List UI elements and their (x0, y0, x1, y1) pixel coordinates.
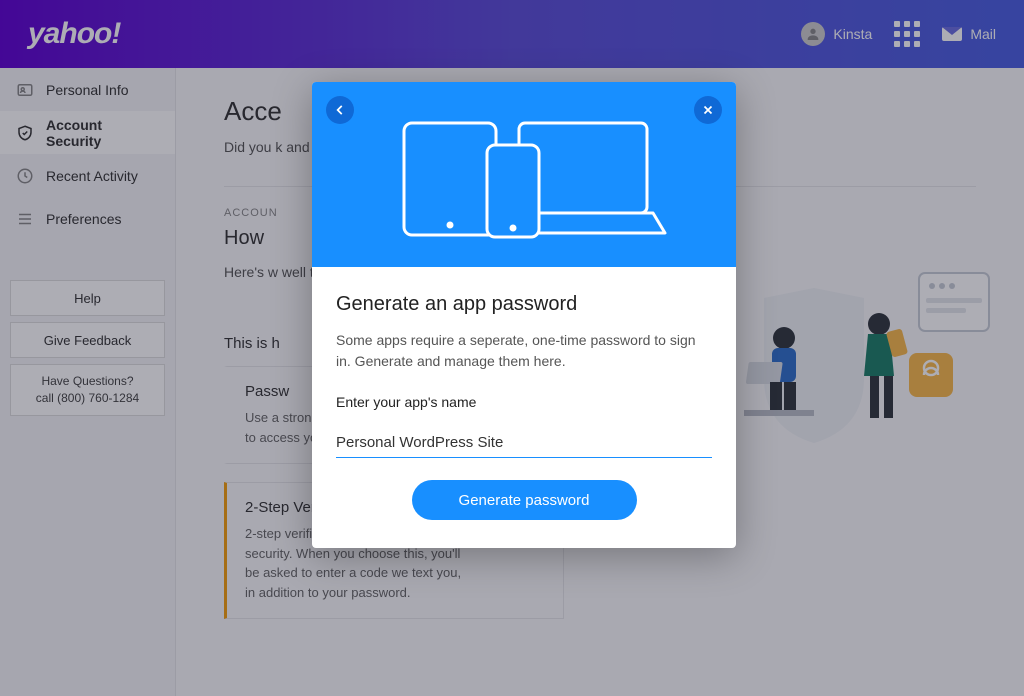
modal-description: Some apps require a seperate, one-time p… (336, 330, 712, 372)
devices-icon (379, 105, 669, 245)
modal-label: Enter your app's name (336, 394, 712, 410)
modal-hero (312, 82, 736, 267)
close-button[interactable] (694, 96, 722, 124)
modal-title: Generate an app password (336, 293, 712, 316)
app-name-input[interactable] (336, 428, 712, 458)
generate-password-button[interactable]: Generate password (412, 480, 637, 520)
modal-overlay[interactable]: Generate an app password Some apps requi… (0, 0, 1024, 696)
back-button[interactable] (326, 96, 354, 124)
app-password-modal: Generate an app password Some apps requi… (312, 82, 736, 548)
